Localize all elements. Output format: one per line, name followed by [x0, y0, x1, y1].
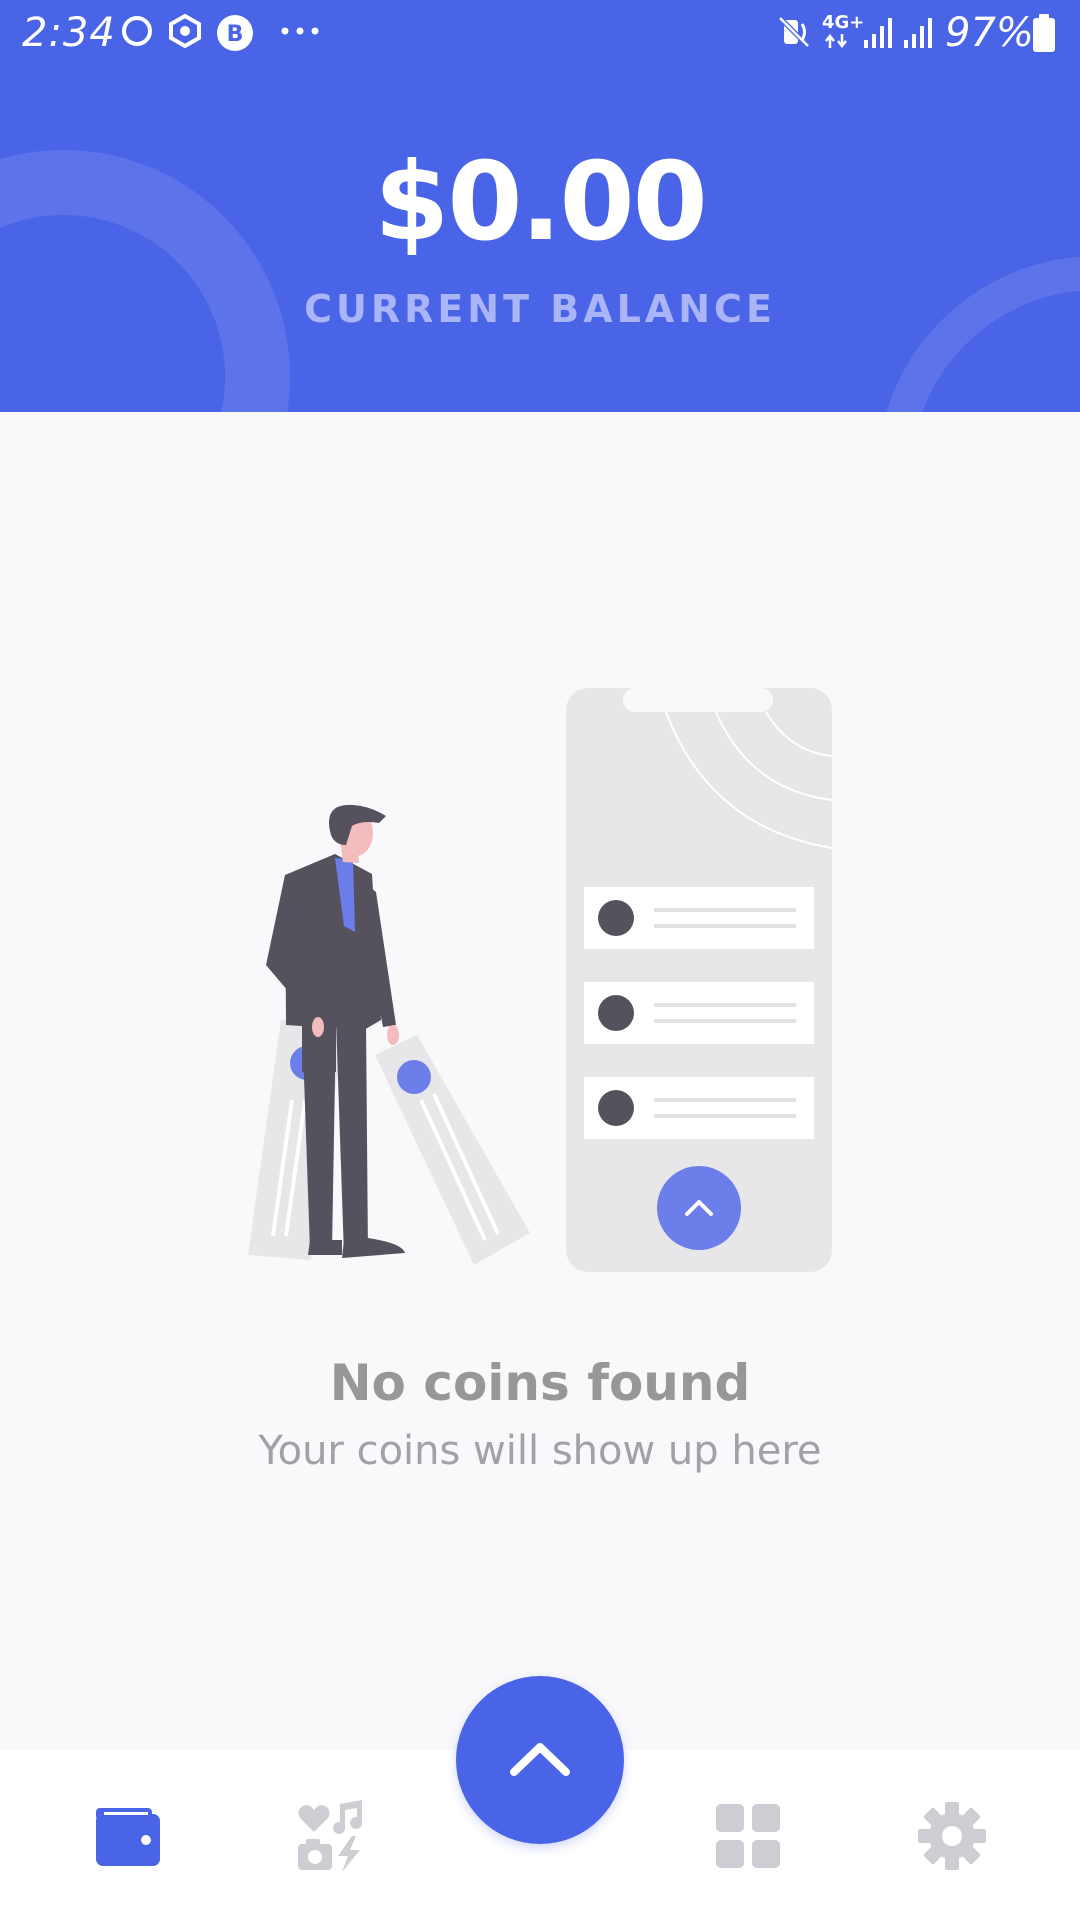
- balance-label: CURRENT BALANCE: [304, 287, 776, 331]
- empty-wallet-illustration: [248, 688, 833, 1272]
- empty-state-title: No coins found: [329, 1354, 751, 1412]
- grid-icon: [716, 1804, 780, 1868]
- nav-wallet-button[interactable]: [92, 1800, 164, 1872]
- balance-amount: $0.00: [374, 140, 708, 265]
- network-type: 4G+: [822, 12, 865, 33]
- balance-header: 2:34 B 4G+ 97% $0.00 CURRENT BALANCE: [0, 0, 1080, 412]
- empty-state-subtitle: Your coins will show up here: [258, 1428, 822, 1474]
- decorative-ring: [877, 256, 1080, 412]
- data-arrows-icon: [825, 34, 847, 48]
- nav-apps-button[interactable]: [712, 1800, 784, 1872]
- nav-settings-button[interactable]: [916, 1800, 988, 1872]
- battery-icon: [1033, 14, 1055, 52]
- chevron-up-icon: [510, 1743, 570, 1776]
- mute-icon: [778, 16, 810, 48]
- gear-icon: [918, 1802, 986, 1870]
- battery-percent: 97%: [945, 10, 1034, 56]
- signal-icon: [904, 18, 932, 48]
- status-bar: 2:34 B 4G+ 97%: [0, 0, 1080, 66]
- svg-text:B: B: [227, 22, 244, 47]
- person-illustration: [248, 804, 530, 1265]
- circle-icon: [122, 16, 152, 46]
- hex-shield-icon: [169, 14, 201, 48]
- media-icon: [298, 1800, 363, 1872]
- more-dots-icon: [281, 27, 319, 35]
- b-badge-icon: B: [217, 15, 253, 51]
- wallet-icon: [96, 1808, 160, 1866]
- nav-media-button[interactable]: [296, 1800, 368, 1872]
- status-time: 2:34: [22, 10, 116, 56]
- phone-illustration: [566, 688, 833, 1272]
- center-action-button[interactable]: [456, 1676, 624, 1844]
- signal-icon: [864, 18, 892, 48]
